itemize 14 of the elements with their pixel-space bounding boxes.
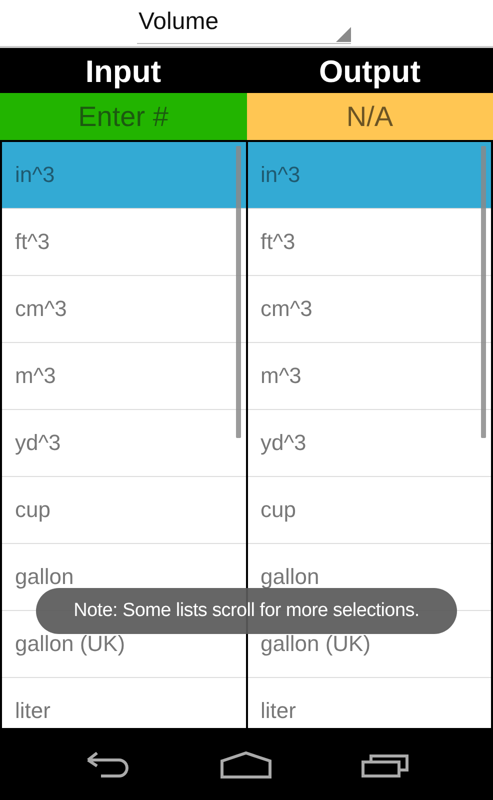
unit-dropdown[interactable]: Volume (136, 0, 350, 44)
unit-list-item[interactable]: in^3 (2, 142, 246, 209)
back-icon[interactable] (84, 752, 130, 778)
result-field[interactable]: N/A (246, 93, 493, 140)
dropdown-corner-icon (336, 27, 350, 42)
scroll-note-toast: Note: Some lists scroll for more selections. (36, 588, 457, 634)
unit-list-item[interactable]: cup (248, 477, 491, 544)
column-title: Output (318, 52, 421, 90)
unit-list-item[interactable]: cup (2, 477, 246, 544)
recent-apps-icon[interactable] (360, 752, 408, 778)
home-icon[interactable] (220, 751, 272, 779)
unit-list-item[interactable]: in^3 (248, 142, 491, 209)
column-title: Input (85, 52, 162, 90)
number-input-field[interactable]: Enter # (0, 93, 246, 140)
